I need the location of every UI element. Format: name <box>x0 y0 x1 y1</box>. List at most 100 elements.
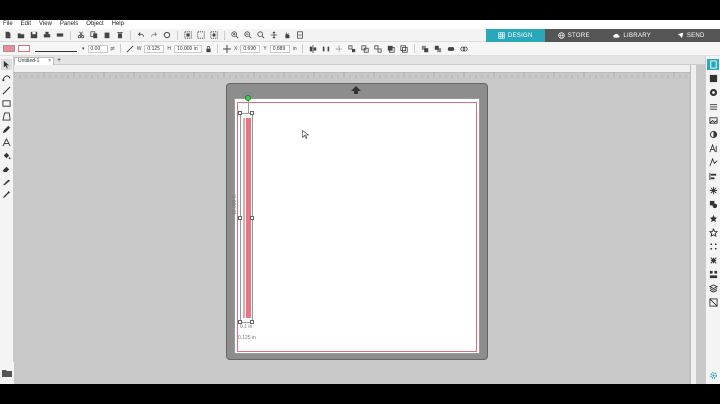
new-file-button[interactable] <box>3 30 13 40</box>
offset-panel-button[interactable] <box>707 213 719 224</box>
fill-panel-button[interactable] <box>707 87 719 98</box>
modify-panel-button[interactable] <box>707 199 719 210</box>
select-tool[interactable] <box>1 59 12 70</box>
align-button[interactable] <box>308 44 318 54</box>
layers-panel-button[interactable] <box>707 283 719 294</box>
pan-button[interactable] <box>269 30 279 40</box>
chevron-down-icon[interactable]: ▾ <box>82 46 85 52</box>
trace-panel-button[interactable] <box>707 227 719 238</box>
modify-button[interactable] <box>459 44 469 54</box>
hand-tool-button[interactable] <box>282 30 292 40</box>
cut-button[interactable] <box>76 30 86 40</box>
nesting-panel-button[interactable] <box>707 269 719 280</box>
text-style-panel-button[interactable] <box>707 143 719 154</box>
line-panel-button[interactable] <box>707 101 719 112</box>
design-page-panel-button[interactable] <box>707 59 719 70</box>
menu-view[interactable]: View <box>39 20 52 29</box>
tab-store[interactable]: STORE <box>544 29 603 42</box>
image-panel-button[interactable] <box>707 115 719 126</box>
eraser-icon <box>2 166 10 173</box>
scissors-icon <box>77 31 85 39</box>
ungroup-button[interactable] <box>373 44 383 54</box>
copy-button[interactable] <box>89 30 99 40</box>
eraser-tool[interactable] <box>1 163 12 174</box>
delete-button[interactable] <box>115 30 125 40</box>
rectangle-tool[interactable] <box>1 98 12 109</box>
menu-help[interactable]: Help <box>112 20 124 29</box>
zoom-fit-button[interactable] <box>256 30 266 40</box>
add-tab-button[interactable]: + <box>57 57 61 64</box>
bring-to-front-button[interactable] <box>420 44 430 54</box>
fit-to-page-button[interactable] <box>295 30 305 40</box>
y-position-field[interactable]: 0.889 <box>269 44 290 53</box>
select-all-icon <box>184 31 192 39</box>
text-tool[interactable] <box>1 137 12 148</box>
replicate-panel-button[interactable] <box>707 185 719 196</box>
paste-button[interactable] <box>102 30 112 40</box>
width-field[interactable]: 0.125 <box>144 44 165 53</box>
line-color-swatch[interactable] <box>18 45 30 52</box>
line-width-unit: pt <box>110 45 115 52</box>
save-button[interactable] <box>29 30 39 40</box>
center-button[interactable] <box>334 44 344 54</box>
replicate-button[interactable] <box>347 44 357 54</box>
menu-edit[interactable]: Edit <box>21 20 31 29</box>
tab-send[interactable]: SEND <box>661 29 720 42</box>
distribute-button[interactable] <box>321 44 331 54</box>
align-panel-button[interactable] <box>707 171 719 182</box>
deselect-button[interactable] <box>196 30 206 40</box>
page-layout-panel-button[interactable] <box>707 241 719 252</box>
align-panel-icon <box>708 172 716 181</box>
sketch-panel-button[interactable] <box>707 157 719 168</box>
redo-button[interactable] <box>149 30 159 40</box>
close-tab-icon[interactable]: × <box>48 58 51 65</box>
print-cut-panel-button[interactable] <box>707 297 719 308</box>
zoom-in-button[interactable] <box>230 30 240 40</box>
x-position-field[interactable]: 0.690 <box>240 44 261 53</box>
send-to-cutter-button[interactable] <box>55 30 65 40</box>
fill-color-swatch[interactable] <box>3 45 15 52</box>
transform-panel-button[interactable] <box>707 255 719 266</box>
select-by-color-button[interactable] <box>209 30 219 40</box>
library-button[interactable] <box>0 362 14 384</box>
menu-file[interactable]: File <box>3 20 13 29</box>
send-to-back-button[interactable] <box>433 44 443 54</box>
eyedropper-tool[interactable] <box>1 189 12 200</box>
knife-tool[interactable] <box>1 176 12 187</box>
point-edit-tool[interactable] <box>1 72 12 83</box>
line-tool[interactable] <box>1 85 12 96</box>
menu-panels[interactable]: Panels <box>60 20 78 29</box>
settings-panel-button[interactable] <box>707 370 719 381</box>
library-panel-button[interactable] <box>707 73 719 84</box>
print-button[interactable] <box>42 30 52 40</box>
select-all-button[interactable] <box>183 30 193 40</box>
line-width-field[interactable]: 0.00 <box>87 44 108 53</box>
compound-button[interactable] <box>386 44 396 54</box>
freehand-tool[interactable] <box>1 124 12 135</box>
half-circle-icon <box>709 130 717 139</box>
menu-object[interactable]: Object <box>86 20 103 29</box>
release-compound-button[interactable] <box>399 44 409 54</box>
shadow-panel-button[interactable] <box>707 129 719 140</box>
document-tab[interactable]: Untitled-1 × <box>14 57 54 65</box>
polygon-tool[interactable] <box>1 111 12 122</box>
undo-button[interactable] <box>136 30 146 40</box>
position-unit: in <box>292 45 297 52</box>
height-field[interactable]: 10.000 in <box>174 44 203 53</box>
tab-library[interactable]: LIBRARY <box>603 29 662 42</box>
tab-design[interactable]: DESIGN <box>486 29 545 42</box>
open-file-button[interactable] <box>16 30 26 40</box>
modify-icon <box>460 46 468 51</box>
line-size-icon <box>126 44 134 53</box>
weld-button[interactable] <box>446 44 456 54</box>
refresh-icon <box>163 31 171 39</box>
lock-icon[interactable] <box>205 45 212 53</box>
line-style-select[interactable] <box>35 45 77 52</box>
refresh-button[interactable] <box>162 30 172 40</box>
vertical-ruler <box>690 65 696 384</box>
group-button[interactable] <box>360 44 370 54</box>
grid-dots-icon <box>709 243 717 250</box>
zoom-out-button[interactable] <box>243 30 253 40</box>
fill-tool[interactable] <box>1 150 12 161</box>
toolbar-divider <box>119 44 121 53</box>
